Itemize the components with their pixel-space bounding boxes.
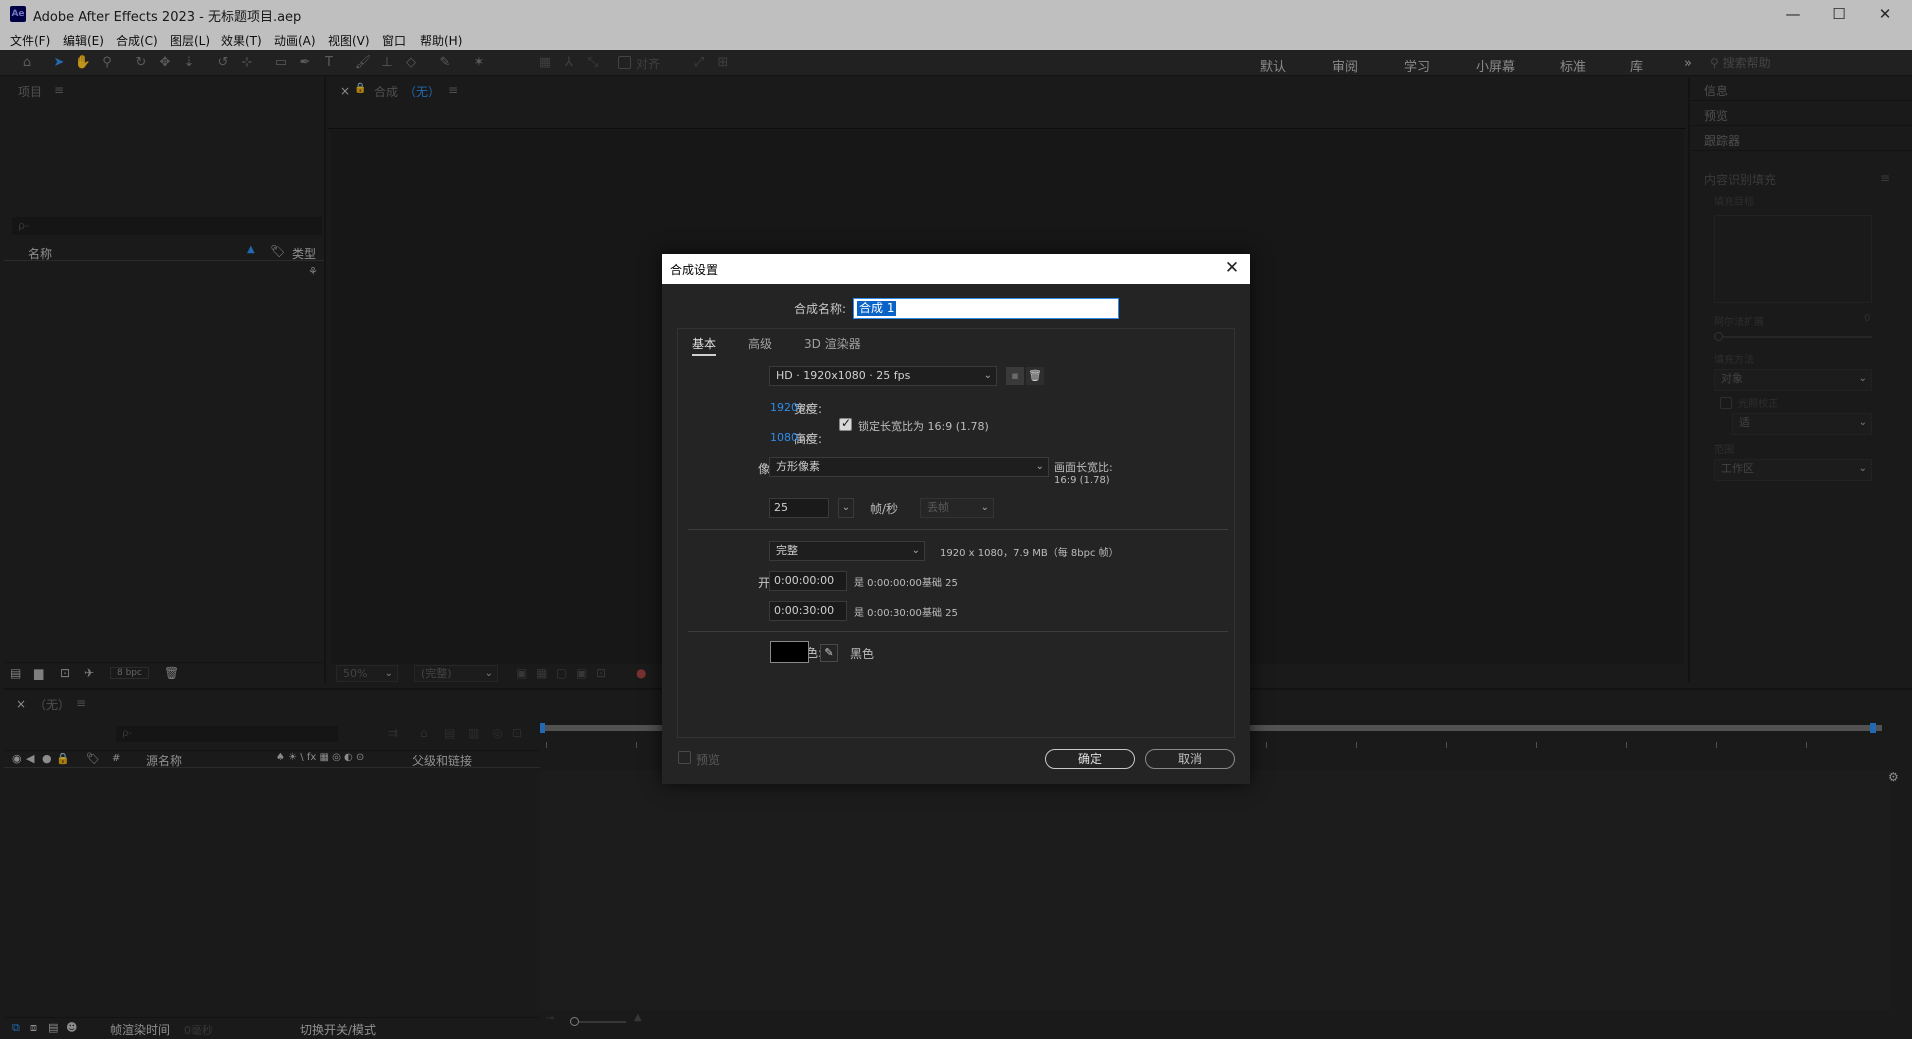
tab-advanced[interactable]: 高级 xyxy=(748,335,772,352)
preview-label[interactable]: 预览 xyxy=(696,751,720,768)
chevron-down-icon: ⌄ xyxy=(983,370,992,381)
lock-aspect-label[interactable]: 锁定长宽比为 16:9 (1.78) xyxy=(858,418,989,434)
framerate-input[interactable]: 25 xyxy=(769,498,829,518)
eyedropper-icon[interactable]: ✎ xyxy=(820,644,838,662)
resolution-dropdown[interactable]: 完整 ⌄ xyxy=(769,541,925,561)
section-divider xyxy=(688,529,1228,530)
drop-frame-dropdown[interactable]: 丢帧 ⌄ xyxy=(920,498,994,518)
duration-is: 是 0:00:30:00 xyxy=(854,608,922,619)
save-preset-icon[interactable]: ▪ xyxy=(1006,367,1024,385)
start-timecode-is: 是 0:00:00:00 xyxy=(854,578,922,589)
bg-color-name: 黑色 xyxy=(850,647,875,661)
dialog-title: 合成设置 xyxy=(670,263,719,277)
framerate-chevron-down-icon[interactable]: ⌄ xyxy=(838,498,854,518)
start-timecode-input[interactable]: 0:00:00:00 xyxy=(769,571,847,591)
frame-aspect-label: 画面长宽比: xyxy=(1054,461,1113,474)
ok-button[interactable]: 确定 xyxy=(1045,749,1135,769)
fps-unit-label: 帧/秒 xyxy=(870,502,899,516)
start-timecode-value: 0:00:00:00 xyxy=(774,574,835,587)
delete-preset-icon[interactable]: 🗑 xyxy=(1026,367,1044,385)
cancel-button[interactable]: 取消 xyxy=(1145,749,1235,769)
duration-base: 基础 25 xyxy=(922,608,958,619)
comp-name-value: 合成 1 xyxy=(857,301,897,316)
comp-name-input[interactable]: 合成 1 xyxy=(853,298,1119,319)
preset-value: HD · 1920x1080 · 25 fps xyxy=(776,369,911,382)
duration-input[interactable]: 0:00:30:00 xyxy=(769,601,847,621)
chevron-down-icon: ⌄ xyxy=(980,502,989,513)
width-unit: px xyxy=(799,403,812,414)
preset-dropdown[interactable]: HD · 1920x1080 · 25 fps ⌄ xyxy=(769,366,997,386)
framerate-value: 25 xyxy=(774,501,788,514)
tab-3d-renderer[interactable]: 3D 渲染器 xyxy=(804,335,861,352)
dialog-close-icon[interactable]: ✕ xyxy=(1222,258,1242,278)
lock-aspect-checkbox[interactable] xyxy=(839,416,852,431)
preview-checkbox[interactable] xyxy=(678,751,691,764)
comp-name-label: 合成名称: xyxy=(793,302,846,316)
resolution-info: 1920 x 1080，7.9 MB（每 8bpc 帧） xyxy=(940,548,1119,559)
duration-value: 0:00:30:00 xyxy=(774,604,835,617)
section-divider xyxy=(688,631,1228,632)
width-value[interactable]: 1920 xyxy=(770,401,798,414)
height-unit: px xyxy=(799,433,812,444)
dialog-title-bar: 合成设置 ✕ xyxy=(662,254,1250,284)
settings-group-box xyxy=(677,328,1235,738)
frame-aspect-value: 16:9 (1.78) xyxy=(1054,475,1110,486)
start-timecode-base: 基础 25 xyxy=(922,578,958,589)
tab-basic[interactable]: 基本 xyxy=(692,335,717,356)
resolution-value: 完整 xyxy=(776,544,798,557)
composition-settings-dialog: 合成设置 ✕ 合成名称: 合成 1 基本 高级 3D 渲染器 预设: HD · … xyxy=(662,254,1250,784)
height-value[interactable]: 1080 xyxy=(770,431,798,444)
bg-color-swatch[interactable] xyxy=(770,641,809,663)
chevron-down-icon: ⌄ xyxy=(911,545,920,556)
drop-frame-value: 丢帧 xyxy=(927,501,949,514)
chevron-down-icon: ⌄ xyxy=(1035,461,1044,472)
pixel-aspect-dropdown[interactable]: 方形像素 ⌄ xyxy=(769,457,1049,477)
pixel-aspect-value: 方形像素 xyxy=(776,460,820,473)
